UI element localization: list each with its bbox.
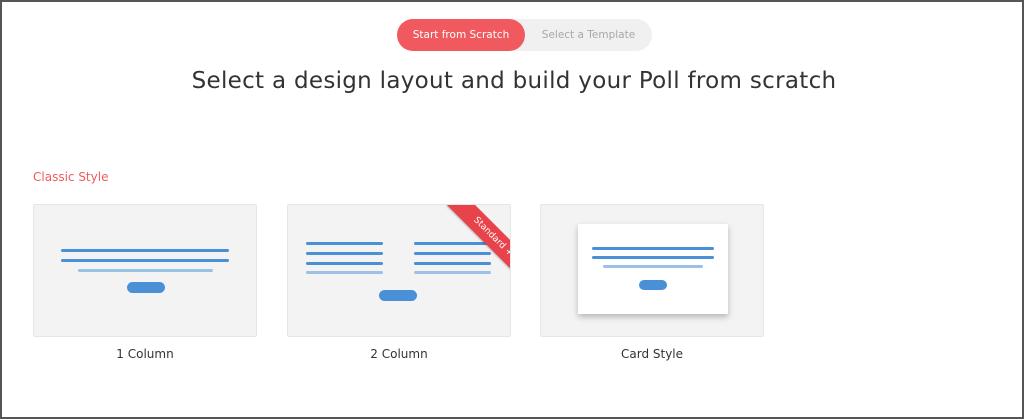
mode-toggle: Start from Scratch Select a Template [397,19,652,51]
preview-line [306,252,383,255]
layout-card-card-style[interactable] [540,204,764,337]
preview-inner-card [578,224,728,314]
page-title: Select a design layout and build your Po… [191,68,837,94]
layout-caption-card-style: Card Style [620,347,684,361]
layout-caption-2-column: 2 Column [370,347,428,361]
layout-card-2-column[interactable]: Standard + [287,204,511,337]
standard-plus-ribbon: Standard + [436,205,510,279]
tab-select-template[interactable]: Select a Template [525,19,652,51]
preview-line [592,247,714,250]
preview-line [603,265,703,268]
preview-button [379,290,417,301]
section-label-classic-style: Classic Style [33,170,109,184]
preview-button [127,282,165,293]
page-frame: Start from Scratch Select a Template Sel… [0,0,1024,419]
layout-caption-1-column: 1 Column [116,347,174,361]
preview-line [306,271,383,274]
layout-card-1-column[interactable] [33,204,257,337]
preview-line [61,259,229,262]
preview-button [639,280,667,290]
preview-line [592,256,714,259]
preview-line [306,262,383,265]
standard-plus-badge: Standard + [447,205,510,279]
preview-line [306,242,383,245]
tab-start-from-scratch[interactable]: Start from Scratch [397,19,525,51]
preview-line [61,249,229,252]
preview-line [78,269,213,272]
